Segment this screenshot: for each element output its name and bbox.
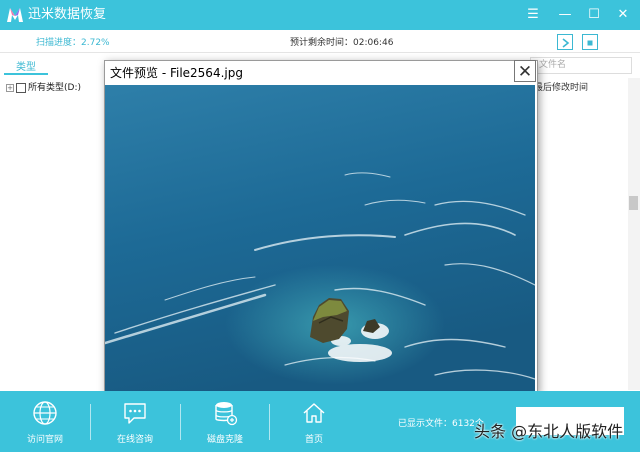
toolbar-label: 首页: [304, 435, 323, 445]
filename-search-input[interactable]: 文件名: [530, 57, 632, 74]
remaining-time-text: 预计剩余时间：02:06:46: [290, 38, 394, 48]
preview-close-button[interactable]: ✕: [514, 60, 536, 82]
scrollbar-thumb[interactable]: [629, 196, 638, 210]
close-button[interactable]: ✕: [613, 5, 633, 25]
toolbar-label: 磁盘克隆: [206, 435, 243, 445]
play-icon: [562, 38, 570, 48]
resume-button[interactable]: [557, 34, 573, 50]
app-title: 迅米数据恢复: [28, 7, 107, 22]
stop-icon: [587, 40, 593, 46]
preview-title: 文件预览 - File2564.jpg: [110, 66, 243, 80]
tab-underline: [4, 73, 48, 75]
shown-files-count: 已显示文件：6132个: [398, 419, 484, 429]
column-header-modified-time[interactable]: 最后修改时间: [534, 80, 588, 93]
scan-progress-text: 扫描进度：2.72%: [36, 38, 110, 48]
stop-button[interactable]: [582, 34, 598, 50]
globe-icon: [33, 401, 57, 425]
tree-item-all-types[interactable]: + 所有类型(D:): [6, 80, 81, 93]
maximize-button[interactable]: ☐: [584, 5, 604, 25]
minimize-button[interactable]: —: [555, 5, 575, 25]
tree-checkbox[interactable]: [16, 82, 26, 93]
tab-type[interactable]: 类型: [16, 58, 36, 73]
expand-icon[interactable]: +: [6, 83, 14, 92]
vertical-scrollbar[interactable]: [628, 78, 640, 390]
disk-clone-icon: [215, 402, 238, 426]
app-logo-icon: [7, 8, 23, 22]
toolbar-label: 在线咨询: [116, 435, 153, 445]
home-button[interactable]: 首页: [270, 398, 358, 448]
tree-item-label: 所有类型(D:): [28, 83, 81, 93]
home-icon: [303, 403, 325, 423]
watermark-text: 头条 @东北人版软件: [474, 422, 624, 441]
disk-clone-button[interactable]: 磁盘克隆: [181, 398, 269, 448]
visit-website-button[interactable]: 访问官网: [1, 398, 89, 448]
online-consult-button[interactable]: 在线咨询: [91, 398, 179, 448]
menu-icon[interactable]: ☰: [523, 5, 543, 25]
preview-image: [105, 85, 535, 391]
toolbar-label: 访问官网: [26, 435, 63, 445]
chat-icon: [124, 403, 146, 424]
